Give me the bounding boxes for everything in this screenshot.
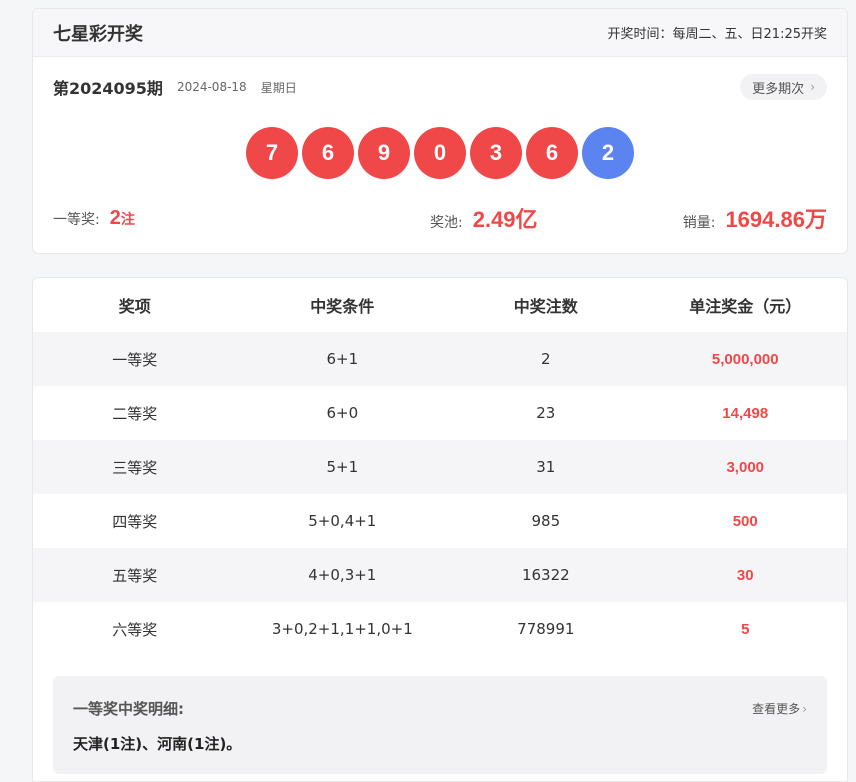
column-header-level: 奖项 (118, 297, 151, 316)
pool-label: 奖池: (430, 215, 463, 231)
first-prize-label: 一等奖: (53, 211, 100, 228)
prize-level: 一等奖 (112, 350, 158, 369)
red-ball: 7 (246, 127, 298, 179)
issue-number: 第2024095期 (53, 79, 163, 98)
draw-stats: 一等奖: 2 注 奖池: 2.49 亿 销量: 1694.86 万 (53, 201, 827, 235)
winning-numbers: 7 6 9 0 3 6 2 (33, 127, 847, 179)
prize-condition: 5+1 (326, 458, 359, 476)
prize-condition: 3+0,2+1,1+1,0+1 (271, 620, 413, 638)
red-ball: 3 (470, 127, 522, 179)
prize-condition: 5+0,4+1 (308, 512, 377, 530)
first-prize-detail: 一等奖中奖明细: 查看更多 › 天津(1注)、河南(1注)。 (53, 676, 827, 774)
winner-count: 16322 (521, 566, 570, 584)
prize-amount: 5 (741, 620, 750, 638)
red-ball: 0 (414, 127, 466, 179)
prize-condition: 4+0,3+1 (308, 566, 377, 584)
view-more-label: 查看更多 (752, 702, 801, 716)
first-prize-unit: 注 (120, 211, 135, 228)
sales-unit: 万 (804, 208, 827, 233)
chevron-right-icon: › (810, 80, 815, 94)
red-ball: 6 (302, 127, 354, 179)
prize-condition: 6+1 (326, 350, 359, 368)
prize-level: 六等奖 (112, 620, 158, 639)
prize-amount: 14,498 (722, 404, 769, 422)
issue-row: 第2024095期 2024-08-18 星期日 更多期次 › (53, 73, 827, 101)
prize-amount: 5,000,000 (711, 350, 779, 368)
winner-count: 2 (541, 350, 551, 368)
draw-schedule: 开奖时间：每周二、五、日21:25开奖 (607, 27, 827, 42)
detail-content: 天津(1注)、河南(1注)。 (73, 735, 242, 753)
table-row: 三等奖 5+1 31 3,000 (33, 440, 847, 494)
page-title: 七星彩开奖 (53, 23, 143, 45)
prize-table: 奖项 中奖条件 中奖注数 单注奖金（元） 一等奖 6+1 2 5,000,000… (33, 278, 847, 656)
more-issues-label: 更多期次 (752, 81, 805, 97)
winner-count: 985 (531, 512, 561, 530)
issue-weekday: 星期日 (260, 80, 297, 95)
first-prize-count: 2 (109, 206, 121, 229)
first-prize-stat: 一等奖: 2 注 (53, 207, 135, 230)
prize-amount: 30 (736, 566, 754, 584)
prize-table-card: 奖项 中奖条件 中奖注数 单注奖金（元） 一等奖 6+1 2 5,000,000… (32, 277, 848, 782)
table-header-row: 奖项 中奖条件 中奖注数 单注奖金（元） (33, 278, 847, 332)
prize-level: 三等奖 (112, 458, 158, 477)
issue-date: 2024-08-18 (176, 80, 247, 94)
column-header-count: 中奖注数 (513, 297, 578, 316)
table-row: 一等奖 6+1 2 5,000,000 (33, 332, 847, 386)
sales-stat: 销量: 1694.86 万 (683, 202, 827, 234)
column-header-condition: 中奖条件 (310, 297, 375, 316)
prize-amount: 500 (732, 512, 758, 530)
winner-count: 778991 (517, 620, 575, 638)
table-row: 二等奖 6+0 23 14,498 (33, 386, 847, 440)
pool-stat: 奖池: 2.49 亿 (430, 202, 538, 234)
more-issues-button[interactable]: 更多期次 › (740, 74, 827, 100)
prize-level: 五等奖 (112, 566, 158, 585)
column-header-amount: 单注奖金（元） (689, 297, 802, 316)
table-row: 四等奖 5+0,4+1 985 500 (33, 494, 847, 548)
sales-value: 1694.86 (725, 207, 805, 232)
draw-result-card: 七星彩开奖 开奖时间：每周二、五、日21:25开奖 第2024095期 2024… (32, 8, 848, 254)
sales-label: 销量: (682, 215, 716, 231)
detail-title: 一等奖中奖明细: (73, 700, 184, 718)
winner-count: 31 (536, 458, 556, 476)
chevron-right-icon: › (802, 702, 807, 716)
prize-level: 二等奖 (112, 404, 158, 423)
pool-unit: 亿 (515, 208, 538, 233)
red-ball: 9 (358, 127, 410, 179)
red-ball: 6 (526, 127, 578, 179)
card-header: 七星彩开奖 开奖时间：每周二、五、日21:25开奖 (33, 9, 847, 57)
prize-condition: 6+0 (326, 404, 359, 422)
table-row: 六等奖 3+0,2+1,1+1,0+1 778991 5 (33, 602, 847, 656)
winner-count: 23 (536, 404, 556, 422)
view-more-link[interactable]: 查看更多 › (752, 700, 807, 717)
prize-amount: 3,000 (726, 458, 765, 476)
pool-value: 2.49 (472, 207, 516, 232)
table-row: 五等奖 4+0,3+1 16322 30 (33, 548, 847, 602)
blue-ball: 2 (582, 127, 634, 179)
prize-level: 四等奖 (112, 512, 158, 531)
